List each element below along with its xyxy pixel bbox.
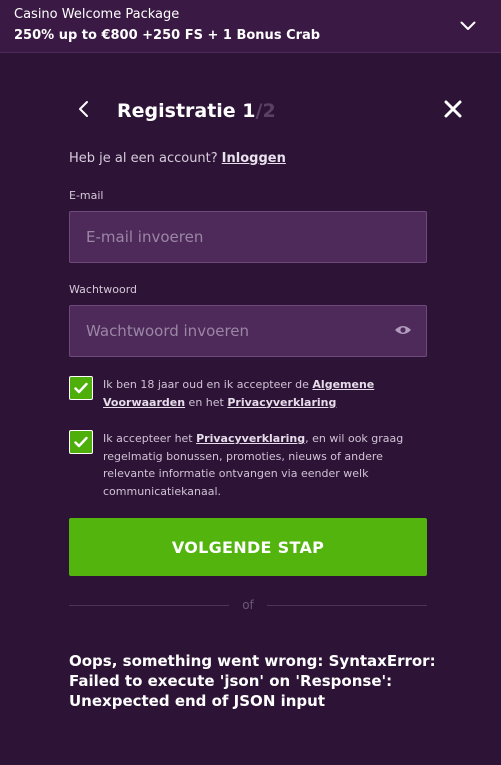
password-field[interactable]: [69, 305, 427, 357]
divider-line: [267, 605, 427, 606]
email-field[interactable]: [69, 211, 427, 263]
promo-title: Casino Welcome Package: [14, 7, 180, 22]
login-link[interactable]: Inloggen: [222, 151, 286, 166]
back-button[interactable]: [70, 98, 96, 124]
marketing-checkbox[interactable]: [69, 430, 93, 454]
checkmark-icon: [74, 433, 88, 452]
password-visibility-toggle[interactable]: [393, 320, 413, 340]
next-step-button[interactable]: VOLGENDE STAP: [69, 518, 427, 576]
close-icon: [444, 100, 462, 122]
login-prompt: Heb je al een account? Inloggen: [69, 150, 286, 168]
page-title: Registratie 1/2: [117, 99, 276, 123]
login-prompt-text: Heb je al een account?: [69, 151, 218, 166]
or-divider: of: [69, 597, 427, 613]
email-label: E-mail: [69, 189, 104, 202]
consent-text-part: Ik accepteer het: [103, 432, 197, 445]
eye-icon: [394, 321, 412, 340]
step-title: Registratie 1: [117, 100, 256, 122]
password-label: Wachtwoord: [69, 283, 138, 296]
consent-text-part: en het: [185, 395, 228, 409]
promo-subtitle: 250% up to €800 +250 FS + 1 Bonus Crab: [14, 28, 321, 43]
consent-text-part: Ik ben 18 jaar oud en ik accepteer de: [103, 378, 313, 391]
checkmark-icon: [74, 379, 88, 398]
terms-checkbox[interactable]: [69, 376, 93, 400]
close-button[interactable]: [441, 99, 465, 123]
privacy-link[interactable]: Privacyverklaring: [227, 396, 336, 409]
terms-consent-text: Ik ben 18 jaar oud en ik accepteer de Al…: [103, 376, 427, 411]
registration-modal: Registratie 1/2 Heb je al een account? In…: [0, 54, 501, 765]
marketing-consent-text: Ik accepteer het Privacyverklaring, en w…: [103, 430, 427, 500]
chevron-left-icon: [77, 100, 89, 122]
step-total: /2: [255, 100, 276, 122]
chevron-down-icon[interactable]: [457, 16, 479, 36]
promo-banner[interactable]: Casino Welcome Package 250% up to €800 +…: [0, 0, 501, 53]
modal-header: Registratie 1/2: [0, 98, 501, 124]
error-message: Oops, something went wrong: SyntaxError:…: [69, 652, 436, 710]
privacy-link[interactable]: Privacyverklaring: [196, 432, 305, 445]
